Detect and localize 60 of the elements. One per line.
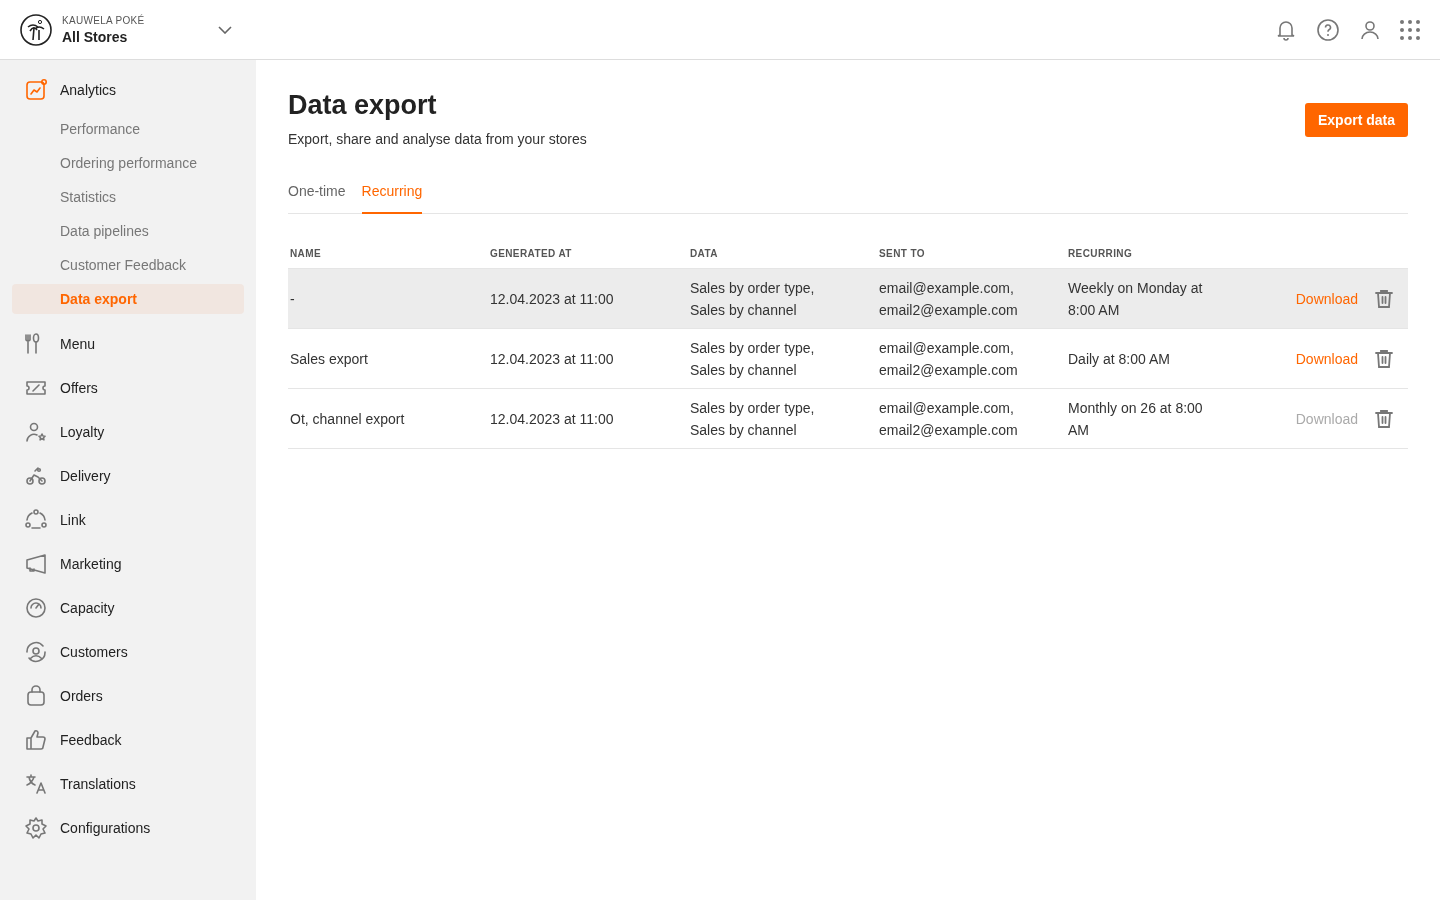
table-cell-text: 12.04.2023 at 11:00	[490, 289, 614, 309]
table-cell-text: -	[290, 289, 295, 309]
table-cell-text: Daily at 8:00 AM	[1068, 349, 1170, 369]
page-subtitle: Export, share and analyse data from your stores	[288, 131, 587, 147]
sidebar-item[interactable]: Capacity	[12, 586, 244, 630]
table-cell-text: Sales by order type, Sales by channel	[690, 338, 815, 380]
sidebar-item[interactable]: Menu	[12, 322, 244, 366]
person-cycle-icon	[24, 640, 48, 664]
table-cell-text: Sales by order type, Sales by channel	[690, 398, 815, 440]
column-header: RECURRING	[1068, 247, 1134, 261]
chart-icon	[24, 78, 48, 102]
table-cell-text: email@example.com, email2@example.com	[879, 278, 1018, 320]
sidebar-subitem[interactable]: Customer Feedback	[12, 250, 244, 280]
sidebar-item[interactable]: Customers	[12, 630, 244, 674]
sidebar-item[interactable]: Analytics	[12, 76, 244, 104]
sidebar-subitem[interactable]: Ordering performance	[12, 148, 244, 178]
column-header: SENT TO	[879, 247, 926, 261]
table-cell-text: 12.04.2023 at 11:00	[490, 349, 614, 369]
gear-icon	[24, 816, 48, 840]
column-header: NAME	[290, 247, 323, 261]
sidebar-subitem[interactable]: Data pipelines	[12, 216, 244, 246]
table-cell-text: 12.04.2023 at 11:00	[490, 409, 614, 429]
table-row[interactable]: - 12.04.2023 at 11:00 Sales by order type, Sales by channel email@example.com, email2@example.com Weekly on Monday at 8:00 AM Download	[288, 269, 1408, 329]
chevron-down-icon[interactable]	[218, 25, 232, 34]
tab[interactable]: One-time	[288, 175, 346, 213]
thumbs-up-icon	[24, 728, 48, 752]
megaphone-icon	[24, 552, 48, 576]
column-header: DATA	[690, 247, 719, 261]
translate-icon	[24, 772, 48, 796]
table-cell-text: Ot, channel export	[290, 409, 405, 429]
trash-icon[interactable]	[1374, 348, 1394, 369]
bag-icon	[24, 684, 48, 708]
trash-icon[interactable]	[1374, 288, 1394, 309]
dots-circle-icon	[24, 508, 48, 532]
table-cell-text: email@example.com, email2@example.com	[879, 398, 1018, 440]
table-cell-text: Weekly on Monday at 8:00 AM	[1068, 278, 1204, 320]
help-icon[interactable]	[1316, 17, 1340, 42]
apps-grid-icon[interactable]	[1400, 19, 1420, 40]
bicycle-icon	[24, 464, 48, 488]
sidebar-item[interactable]: Offers	[12, 366, 244, 410]
sidebar-item[interactable]: Loyalty	[12, 410, 244, 454]
table-cell-text: email@example.com, email2@example.com	[879, 338, 1018, 380]
sidebar-item[interactable]: Marketing	[12, 542, 244, 586]
store-selector[interactable]: All Stores	[62, 28, 218, 45]
table-cell-text: Sales by order type, Sales by channel	[690, 278, 815, 320]
page-title: Data export	[288, 90, 438, 121]
column-header: GENERATED AT	[490, 247, 573, 261]
sidebar-item[interactable]: Delivery	[12, 454, 244, 498]
sidebar-item[interactable]: Link	[12, 498, 244, 542]
sidebar-item[interactable]: Translations	[12, 762, 244, 806]
sidebar-subitem[interactable]: Performance	[12, 114, 244, 144]
sidebar-item[interactable]: Feedback	[12, 718, 244, 762]
sidebar-item[interactable]: Configurations	[12, 806, 244, 850]
sidebar-item[interactable]: Orders	[12, 674, 244, 718]
table-cell-text: Sales export	[290, 349, 368, 369]
brand-name: KAUWELA POKÉ	[62, 14, 146, 26]
sidebar-subitem[interactable]: Statistics	[12, 182, 244, 212]
person-star-icon	[24, 420, 48, 444]
table-cell-text: Monthly on 26 at 8:00 AM	[1068, 398, 1204, 440]
gauge-icon	[24, 596, 48, 620]
